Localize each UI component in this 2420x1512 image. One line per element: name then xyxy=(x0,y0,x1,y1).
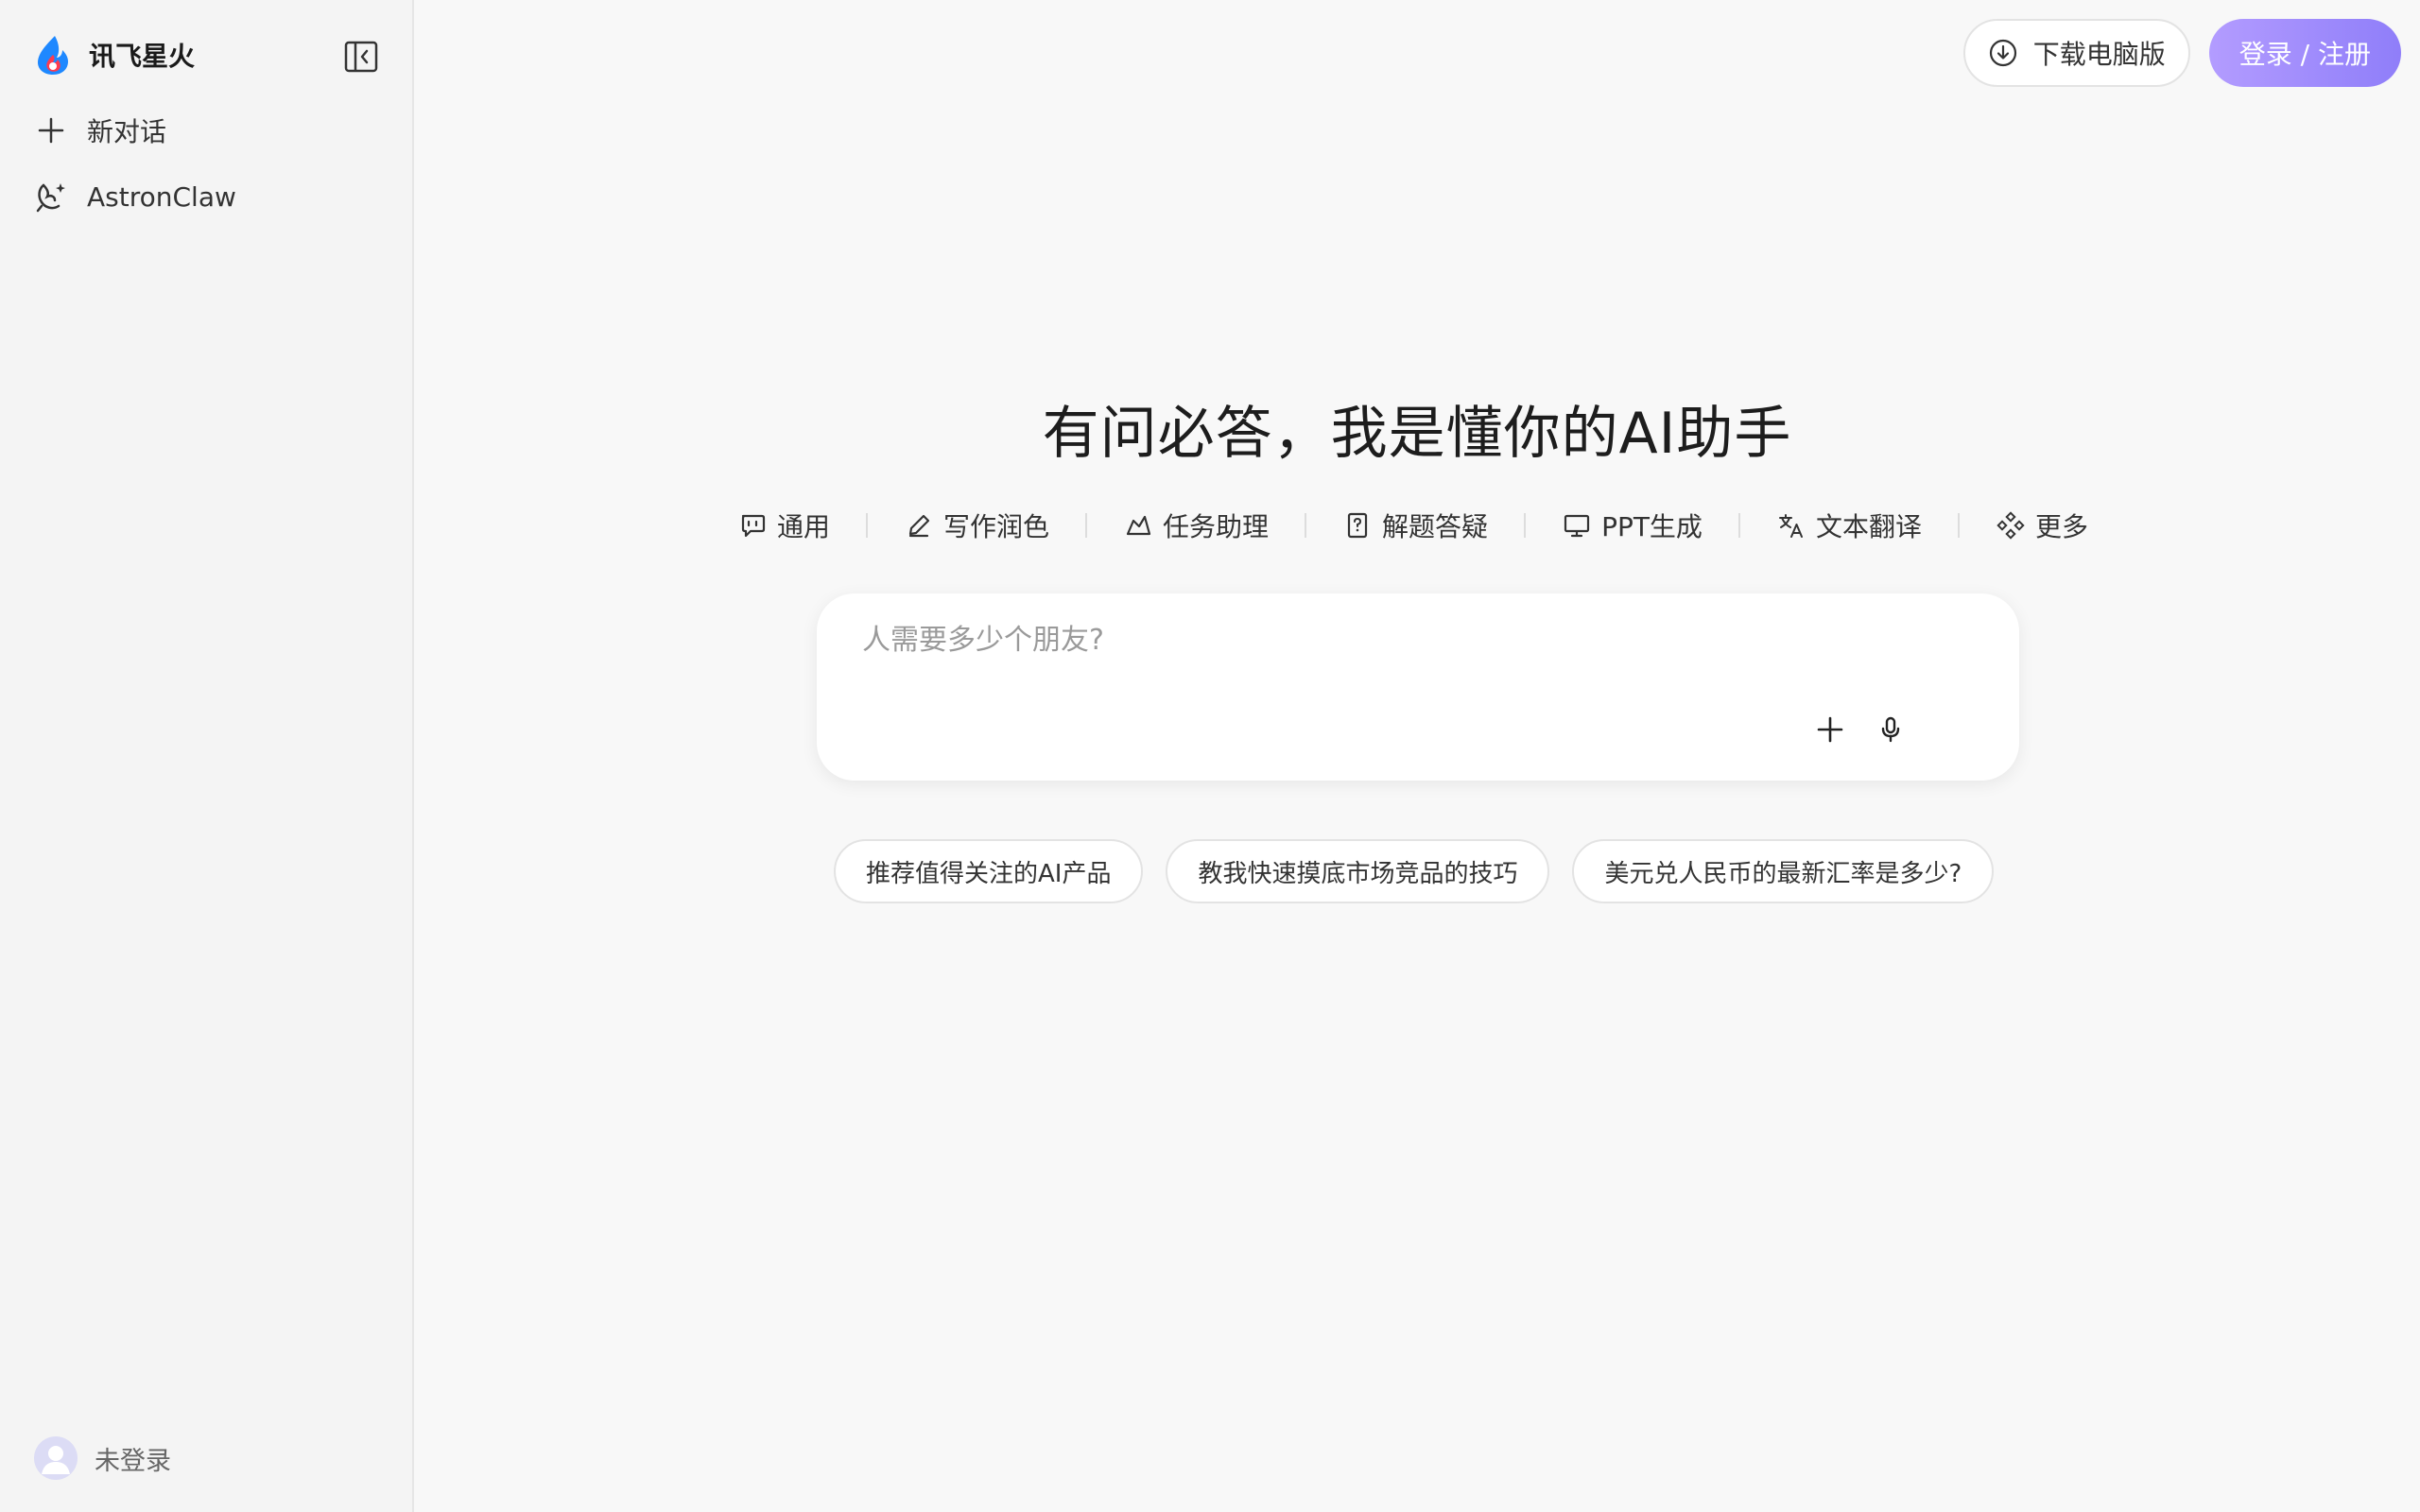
microphone-icon xyxy=(1881,716,1900,743)
tab-general[interactable]: 通用 xyxy=(737,507,830,544)
plus-icon xyxy=(34,113,68,147)
tab-translate[interactable]: 文本翻译 xyxy=(1776,507,1922,544)
download-button-label: 下载电脑版 xyxy=(2032,39,2166,70)
download-desktop-button[interactable]: 下载电脑版 xyxy=(1962,19,2190,87)
sidebar-item-astronclaw[interactable]: AstronClaw xyxy=(34,180,236,214)
tab-ppt[interactable]: PPT生成 xyxy=(1562,507,1703,544)
brand[interactable]: 讯飞星火 xyxy=(34,34,195,76)
suggestion-chip[interactable]: 推荐值得关注的AI产品 xyxy=(834,839,1144,903)
divider xyxy=(866,513,869,538)
divider xyxy=(1524,513,1527,538)
login-button-label: 登录 / 注册 xyxy=(2238,39,2371,70)
translate-icon xyxy=(1776,510,1806,541)
plus-icon xyxy=(1817,716,1843,743)
chat-input[interactable] xyxy=(862,616,1902,701)
avatar xyxy=(34,1436,78,1480)
question-doc-icon xyxy=(1342,510,1373,541)
task-icon xyxy=(1123,510,1153,541)
tab-more[interactable]: 更多 xyxy=(1996,507,2088,544)
user-status-label: 未登录 xyxy=(95,1446,171,1476)
sidebar-item-label: 新对话 xyxy=(87,116,167,147)
chat-bubble-icon xyxy=(737,510,768,541)
more-grid-icon xyxy=(1996,510,2026,541)
divider xyxy=(1085,513,1088,538)
spark-logo-icon xyxy=(34,34,72,76)
tab-label: 文本翻译 xyxy=(1815,511,1922,542)
collapse-sidebar-button[interactable] xyxy=(342,38,380,76)
divider xyxy=(1957,513,1960,538)
tab-task-assistant[interactable]: 任务助理 xyxy=(1123,507,1269,544)
brand-name: 讯飞星火 xyxy=(89,41,196,72)
chat-input-box xyxy=(817,593,2019,781)
sidebar: 讯飞星火 新对话 AstronClaw 未登录 xyxy=(0,0,414,1512)
divider xyxy=(1737,513,1740,538)
sidebar-item-label: AstronClaw xyxy=(87,180,236,213)
mode-tabs: 通用 写作润色 任务助理 解题答疑 PPT生成 文本翻译 更多 xyxy=(737,507,2088,544)
pen-icon xyxy=(904,510,934,541)
tab-label: PPT生成 xyxy=(1601,511,1703,542)
tab-label: 写作润色 xyxy=(943,511,1050,542)
suggestion-chip[interactable]: 教我快速摸底市场竞品的技巧 xyxy=(1166,839,1550,903)
tab-problem-solving[interactable]: 解题答疑 xyxy=(1342,507,1488,544)
download-icon xyxy=(1988,38,2018,68)
claw-icon xyxy=(34,180,68,214)
login-register-button[interactable]: 登录 / 注册 xyxy=(2208,19,2401,87)
page-title: 有问必答，我是懂你的AI助手 xyxy=(1042,401,1792,467)
tab-label: 更多 xyxy=(2034,511,2088,542)
suggestion-chip[interactable]: 美元兑人民币的最新汇率是多少? xyxy=(1572,839,1995,903)
attach-button[interactable] xyxy=(1811,711,1849,748)
user-avatar-icon xyxy=(42,1446,70,1474)
divider xyxy=(1305,513,1307,538)
top-actions: 下载电脑版 登录 / 注册 xyxy=(1962,19,2401,87)
voice-input-button[interactable] xyxy=(1872,711,1910,748)
presentation-icon xyxy=(1562,510,1592,541)
tab-label: 任务助理 xyxy=(1163,511,1270,542)
tab-label: 通用 xyxy=(777,511,831,542)
tab-writing[interactable]: 写作润色 xyxy=(904,507,1049,544)
sidebar-collapse-icon xyxy=(344,41,378,73)
suggestion-chips: 推荐值得关注的AI产品 教我快速摸底市场竞品的技巧 美元兑人民币的最新汇率是多少… xyxy=(834,839,2016,903)
tab-label: 解题答疑 xyxy=(1382,511,1489,542)
user-login-status[interactable]: 未登录 xyxy=(34,1436,171,1480)
sidebar-item-new-chat[interactable]: 新对话 xyxy=(34,112,166,149)
